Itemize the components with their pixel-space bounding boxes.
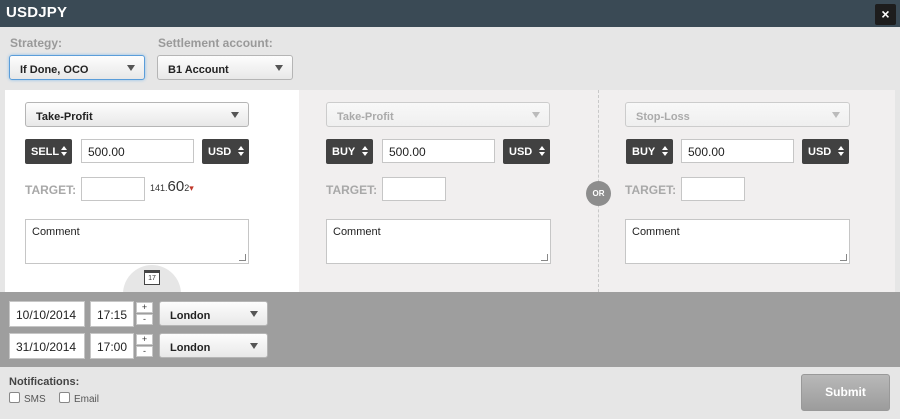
right-target-label: TARGET: — [625, 183, 677, 197]
sort-icon — [539, 146, 545, 156]
sort-icon — [362, 146, 368, 156]
mid-comment-placeholder: Comment — [333, 226, 381, 238]
close-button[interactable]: × — [875, 4, 896, 25]
settlement-value: B1 Account — [168, 64, 229, 76]
close-icon: × — [881, 6, 890, 22]
resize-grip-icon[interactable] — [541, 254, 548, 261]
calendar-icon[interactable]: 17 — [144, 270, 160, 285]
start-date-input[interactable]: 10/10/2014 — [9, 301, 85, 327]
left-side-label: SELL — [31, 146, 60, 158]
mid-comment-textarea[interactable]: Comment — [326, 219, 551, 264]
mid-side-label: BUY — [332, 146, 356, 158]
price-prefix: 141. — [150, 183, 168, 193]
window-title: USDJPY — [6, 4, 68, 21]
title-bar: USDJPY × — [0, 0, 900, 27]
start-time-increment-button[interactable]: + — [136, 302, 153, 313]
mid-side-toggle[interactable]: BUY — [326, 139, 373, 164]
left-comment-textarea[interactable]: Comment — [25, 219, 249, 264]
left-comment-placeholder: Comment — [32, 226, 80, 238]
right-comment-textarea[interactable]: Comment — [625, 219, 850, 264]
start-time-input[interactable]: 17:15 — [90, 301, 134, 327]
mid-amount-input[interactable]: 500.00 — [382, 139, 495, 163]
mid-currency-toggle[interactable]: USD — [503, 139, 550, 164]
end-timezone-value: London — [170, 342, 211, 354]
left-order-type-select[interactable]: Take-Profit — [25, 102, 249, 127]
sms-label: SMS — [24, 394, 46, 405]
left-amount-input[interactable]: 500.00 — [81, 139, 194, 163]
chevron-down-icon — [275, 65, 283, 71]
sort-icon — [238, 146, 244, 156]
or-badge: OR — [586, 181, 611, 206]
chevron-down-icon — [250, 343, 258, 349]
right-order-type: Stop-Loss — [636, 111, 690, 123]
footer: Notifications: SMS Email Submit — [0, 367, 900, 419]
left-order-type: Take-Profit — [36, 111, 93, 123]
resize-grip-icon[interactable] — [239, 254, 246, 261]
left-target-input[interactable] — [81, 177, 145, 201]
start-timezone-select[interactable]: London — [159, 301, 268, 326]
right-amount-input[interactable]: 500.00 — [681, 139, 794, 163]
right-comment-placeholder: Comment — [632, 226, 680, 238]
chevron-down-icon — [231, 112, 239, 118]
settlement-label: Settlement account: — [158, 36, 273, 50]
order-panels: Take-Profit SELL 500.00 USD TARGET: 141.… — [0, 90, 900, 292]
sort-icon — [61, 146, 67, 156]
end-date-input[interactable]: 31/10/2014 — [9, 333, 85, 359]
current-price: 141.602▾ — [150, 178, 194, 195]
end-time-increment-button[interactable]: + — [136, 334, 153, 345]
validity-bar: 10/10/2014 17:15 + - London 31/10/2014 1… — [0, 292, 900, 367]
right-currency-label: USD — [808, 146, 832, 158]
submit-button[interactable]: Submit — [801, 374, 890, 411]
price-down-icon: ▾ — [189, 183, 194, 193]
strategy-select[interactable]: If Done, OCO — [9, 55, 145, 80]
strategy-area: Strategy: If Done, OCO Settlement accoun… — [0, 27, 900, 90]
notifications-label: Notifications: — [9, 376, 80, 388]
resize-grip-icon[interactable] — [840, 254, 847, 261]
email-label: Email — [74, 394, 100, 405]
email-checkbox[interactable] — [59, 392, 70, 403]
start-timezone-value: London — [170, 310, 211, 322]
end-timezone-select[interactable]: London — [159, 333, 268, 358]
chevron-down-icon — [127, 65, 135, 71]
price-main: 60 — [167, 178, 185, 195]
start-time-decrement-button[interactable]: - — [136, 314, 153, 325]
right-target-input[interactable] — [681, 177, 745, 201]
right-side-toggle[interactable]: BUY — [626, 139, 673, 164]
mid-target-label: TARGET: — [326, 183, 378, 197]
right-currency-toggle[interactable]: USD — [802, 139, 849, 164]
chevron-down-icon — [250, 311, 258, 317]
right-order-type-select[interactable]: Stop-Loss — [625, 102, 850, 127]
end-time-input[interactable]: 17:00 — [90, 333, 134, 359]
sort-icon — [838, 146, 844, 156]
sms-checkbox[interactable] — [9, 392, 20, 403]
settlement-select[interactable]: B1 Account — [157, 55, 293, 80]
left-side-toggle[interactable]: SELL — [25, 139, 72, 164]
chevron-down-icon — [832, 112, 840, 118]
mid-order-type-select[interactable]: Take-Profit — [326, 102, 550, 127]
left-currency-label: USD — [208, 146, 232, 158]
strategy-label: Strategy: — [10, 36, 63, 50]
mid-target-input[interactable] — [382, 177, 446, 201]
left-currency-toggle[interactable]: USD — [202, 139, 249, 164]
end-time-decrement-button[interactable]: - — [136, 346, 153, 357]
right-side-label: BUY — [632, 146, 656, 158]
mid-order-type: Take-Profit — [337, 111, 394, 123]
strategy-value: If Done, OCO — [20, 64, 89, 76]
sort-icon — [662, 146, 668, 156]
mid-currency-label: USD — [509, 146, 533, 158]
left-target-label: TARGET: — [25, 183, 77, 197]
chevron-down-icon — [532, 112, 540, 118]
